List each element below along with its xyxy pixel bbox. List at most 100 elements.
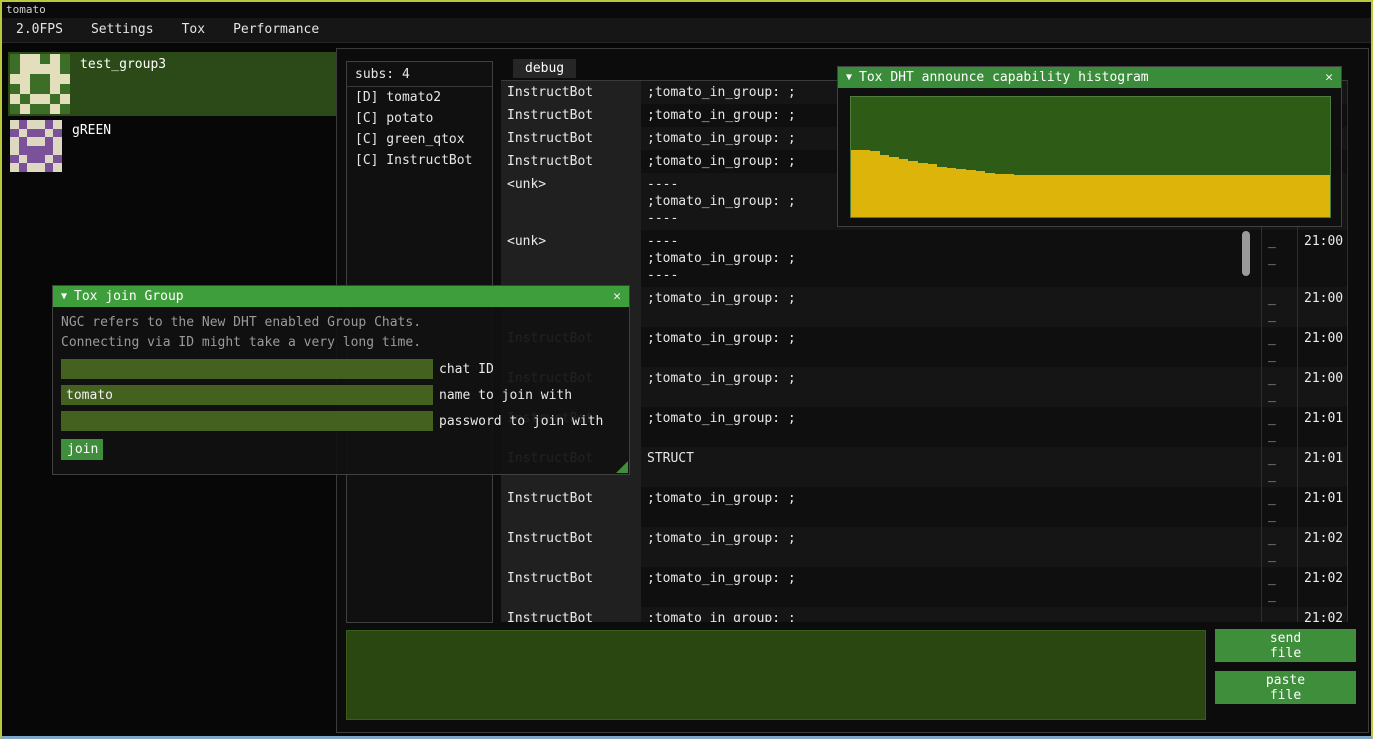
histogram-bar — [1186, 175, 1196, 217]
histogram-bar — [1090, 175, 1100, 217]
join-info-text: NGC refers to the New DHT enabled Group … — [61, 313, 621, 333]
message-text: ;tomato_in_group: ; — [641, 567, 1261, 607]
sender-name: <unk> — [501, 230, 641, 287]
histogram-bar — [1081, 175, 1091, 217]
message-text: ;tomato_in_group: ; — [641, 367, 1261, 407]
group-row-gREEN[interactable]: gREEN — [8, 118, 336, 174]
message-time: 21:01 — [1297, 487, 1347, 527]
histogram-bar — [1282, 175, 1292, 217]
join-password-input[interactable] — [61, 411, 433, 431]
group-label: gREEN — [72, 120, 111, 138]
field-label: name to join with — [439, 388, 572, 403]
histogram-bar — [899, 159, 909, 217]
sender-name: InstructBot — [501, 527, 641, 567]
chat-message-row[interactable]: InstructBot ;tomato_in_group: ; _ _ 21:0… — [501, 527, 1347, 567]
message-text: STRUCT — [641, 447, 1261, 487]
close-icon[interactable]: ✕ — [613, 289, 621, 304]
member-list: [D] tomato2[C] potato[C] green_qtox[C] I… — [347, 87, 492, 171]
chat-message-row[interactable]: <unk> ---- ;tomato_in_group: ; ---- _ _ … — [501, 230, 1347, 287]
join-window-title: Tox join Group — [74, 289, 184, 304]
join-button[interactable]: join — [61, 439, 103, 460]
histogram-bar — [1110, 175, 1120, 217]
join-info-text: Connecting via ID might take a very long… — [61, 333, 621, 353]
histogram-bar — [1004, 174, 1014, 217]
message-status: _ _ — [1261, 407, 1297, 447]
histogram-bar — [947, 168, 957, 217]
member-item[interactable]: [C] green_qtox — [347, 129, 492, 150]
histogram-bar — [1148, 175, 1158, 217]
group-row-test_group3[interactable]: test_group3 — [8, 52, 336, 116]
message-time: 21:00 — [1297, 287, 1347, 327]
field-label: chat ID — [439, 362, 494, 377]
histogram-bar — [995, 174, 1005, 217]
histogram-bar — [1158, 175, 1168, 217]
message-time: 21:01 — [1297, 407, 1347, 447]
menu-bar: 2.0FPSSettingsToxPerformance — [2, 18, 1371, 43]
sender-name: InstructBot — [501, 104, 641, 127]
message-text: ---- ;tomato_in_group: ; ---- — [641, 230, 1261, 287]
message-text: ;tomato_in_group: ; — [641, 327, 1261, 367]
histogram-bar — [956, 169, 966, 217]
window-title: tomato — [6, 3, 46, 16]
histogram-bar — [1272, 175, 1282, 217]
close-icon[interactable]: ✕ — [1325, 70, 1333, 85]
paste-file-button[interactable]: paste file — [1215, 671, 1356, 704]
collapse-arrow-icon[interactable]: ▼ — [61, 291, 67, 302]
join-field-row: chat ID — [61, 359, 621, 379]
histogram-bar — [1301, 175, 1311, 217]
message-text: ;tomato_in_group: ; — [641, 407, 1261, 447]
join-field-row: name to join with — [61, 385, 621, 405]
menu-item-settings[interactable]: Settings — [77, 18, 168, 42]
histogram-bar — [880, 155, 890, 217]
message-text: ;tomato_in_group: ; — [641, 607, 1261, 622]
menu-item-performance[interactable]: Performance — [219, 18, 333, 42]
histogram-bar — [889, 157, 899, 217]
fps-counter: 2.0FPS — [2, 18, 77, 42]
histogram-window-title: Tox DHT announce capability histogram — [859, 70, 1149, 85]
histogram-bar — [1215, 175, 1225, 217]
message-text: ;tomato_in_group: ; — [641, 527, 1261, 567]
histogram-bar — [976, 171, 986, 217]
chat-message-row[interactable]: InstructBot ;tomato_in_group: ; _ _ 21:0… — [501, 607, 1347, 622]
histogram-bar — [1023, 175, 1033, 217]
histogram-bar — [1177, 175, 1187, 217]
histogram-bar — [1263, 175, 1273, 217]
histogram-bar — [985, 173, 995, 217]
message-time: 21:02 — [1297, 567, 1347, 607]
histogram-bar — [937, 167, 947, 217]
message-time: 21:02 — [1297, 607, 1347, 622]
histogram-bar — [1196, 175, 1206, 217]
histogram-bar — [1052, 175, 1062, 217]
histogram-bar — [851, 150, 861, 217]
collapse-arrow-icon[interactable]: ▼ — [846, 72, 852, 83]
send-file-button[interactable]: send file — [1215, 629, 1356, 662]
message-time: 21:01 — [1297, 447, 1347, 487]
message-status: _ _ — [1261, 527, 1297, 567]
chat-scrollbar-thumb[interactable] — [1242, 231, 1250, 276]
tab-debug[interactable]: debug — [513, 59, 576, 78]
message-input[interactable] — [346, 630, 1206, 720]
chat-message-row[interactable]: InstructBot ;tomato_in_group: ; _ _ 21:0… — [501, 487, 1347, 527]
member-item[interactable]: [C] InstructBot — [347, 150, 492, 171]
message-status: _ _ — [1261, 447, 1297, 487]
message-status: _ _ — [1261, 367, 1297, 407]
member-item[interactable]: [D] tomato2 — [347, 87, 492, 108]
join-window-body: NGC refers to the New DHT enabled Group … — [53, 307, 629, 460]
sender-name: <unk> — [501, 173, 641, 230]
histogram-bar — [1071, 175, 1081, 217]
resize-grip[interactable] — [616, 461, 628, 473]
message-status: _ _ — [1261, 567, 1297, 607]
chat-id-input[interactable] — [61, 359, 433, 379]
histogram-bar — [966, 170, 976, 217]
histogram-bar — [1033, 175, 1043, 217]
menu-item-tox[interactable]: Tox — [168, 18, 219, 42]
member-item[interactable]: [C] potato — [347, 108, 492, 129]
message-status: _ _ — [1261, 487, 1297, 527]
join-name-input[interactable] — [61, 385, 433, 405]
histogram-bar — [928, 164, 938, 217]
join-fields: chat ID name to join with password to jo… — [61, 359, 621, 431]
message-time: 21:00 — [1297, 367, 1347, 407]
histogram-bar — [870, 151, 880, 217]
chat-message-row[interactable]: InstructBot ;tomato_in_group: ; _ _ 21:0… — [501, 567, 1347, 607]
histogram-bar — [1129, 175, 1139, 217]
